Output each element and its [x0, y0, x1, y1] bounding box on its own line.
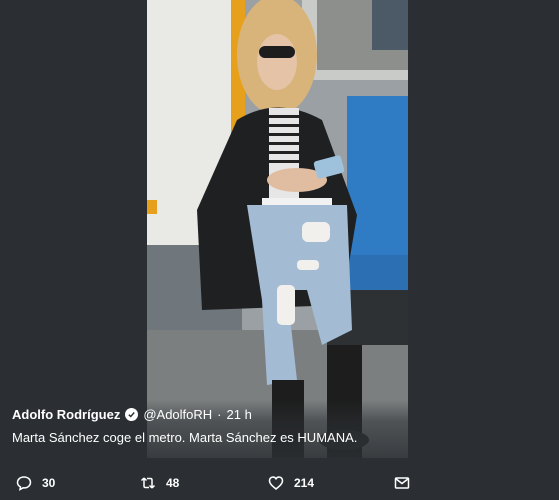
tweet-actions-bar: 30 48 214	[0, 466, 559, 500]
verified-badge-icon	[125, 408, 139, 421]
tweet-photo[interactable]	[147, 0, 408, 458]
retweet-icon	[140, 477, 156, 489]
heart-icon	[268, 476, 284, 490]
direct-message-button[interactable]	[394, 475, 410, 491]
tweet-header: Adolfo Rodríguez @AdolfoRH · 21 h	[12, 407, 252, 422]
author-handle[interactable]: @AdolfoRH	[143, 407, 212, 422]
separator-dot: ·	[217, 407, 222, 422]
tweet-timestamp[interactable]: 21 h	[227, 407, 252, 422]
like-button[interactable]: 214	[268, 475, 314, 491]
reply-icon	[16, 476, 32, 491]
retweet-button[interactable]: 48	[140, 475, 179, 491]
envelope-icon	[394, 477, 410, 489]
reply-count: 30	[42, 476, 56, 490]
tweet-text: Marta Sánchez coge el metro. Marta Sánch…	[12, 430, 358, 445]
retweet-count: 48	[166, 476, 180, 490]
like-count: 214	[294, 476, 315, 490]
author-name[interactable]: Adolfo Rodríguez	[12, 407, 120, 422]
reply-button[interactable]: 30	[16, 475, 55, 491]
